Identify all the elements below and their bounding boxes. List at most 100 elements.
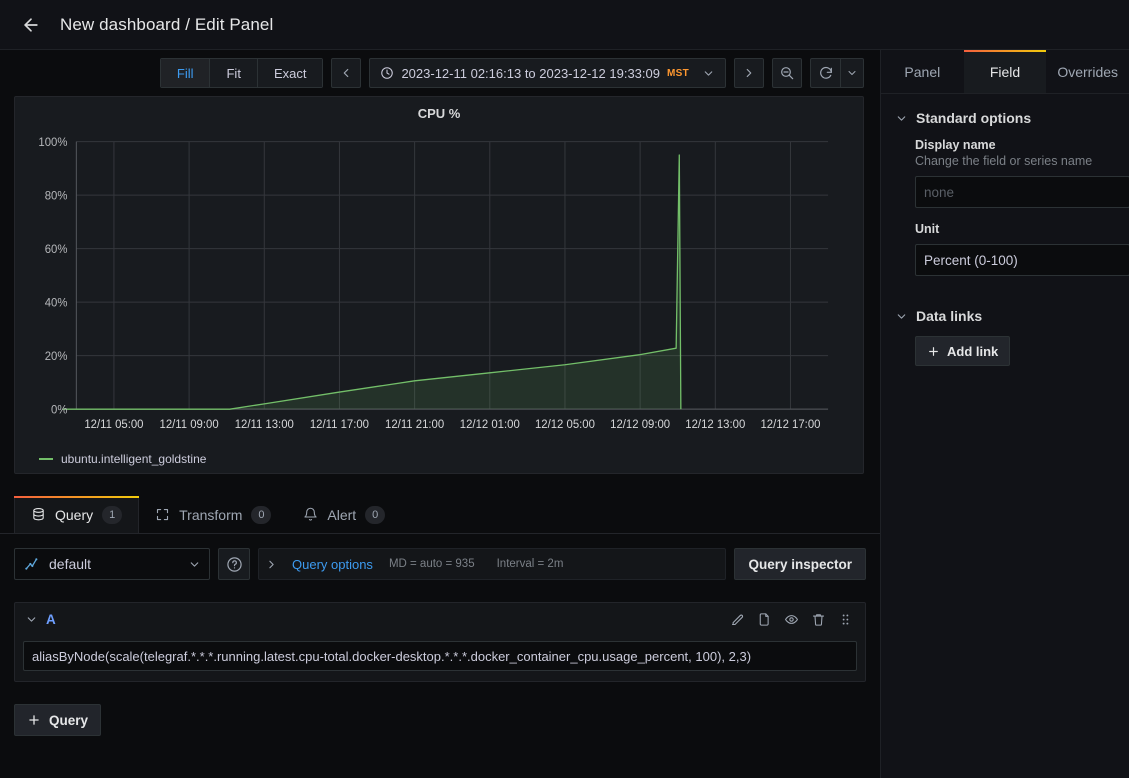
panel-legend: ubuntu.intelligent_goldstine xyxy=(15,445,863,473)
refresh-interval-dropdown[interactable] xyxy=(840,58,864,88)
previous-time-range-button[interactable] xyxy=(331,58,362,88)
query-collapse-toggle[interactable] xyxy=(25,613,38,626)
add-query-button[interactable]: Query xyxy=(14,704,102,736)
display-name-description: Change the field or series name xyxy=(915,154,1093,168)
datasource-picker[interactable]: default xyxy=(14,548,210,580)
question-circle-icon xyxy=(226,556,242,572)
arrow-left-icon xyxy=(24,17,38,32)
timeseries-chart xyxy=(23,129,833,445)
time-range-text: 2023-12-11 02:16:13 to 2023-12-12 19:33:… xyxy=(401,65,660,81)
plus-icon xyxy=(29,715,39,725)
tab-overrides[interactable]: Overrides xyxy=(1046,50,1129,93)
tab-alert[interactable]: Alert 0 xyxy=(287,496,401,533)
chevron-right-icon xyxy=(746,68,752,78)
timezone-label: MST xyxy=(666,67,689,79)
tab-transform[interactable]: Transform 0 xyxy=(139,496,287,533)
pencil-icon xyxy=(731,614,744,625)
panel-sizing-radio-group: Fill Fit Exact xyxy=(159,58,324,88)
legend-item-label[interactable]: ubuntu.intelligent_goldstine xyxy=(61,452,206,466)
refresh-icon xyxy=(819,66,832,79)
query-drag-handle[interactable] xyxy=(838,612,853,627)
panel-container: CPU % 0% 20% 40% 60% 80% 100% 12/11 05:00 12/1… xyxy=(0,96,880,474)
unit-select-value: Percent (0-100) xyxy=(924,252,1018,268)
datasource-help-button[interactable] xyxy=(218,548,250,580)
chevron-left-icon xyxy=(344,68,349,78)
query-options-caret[interactable] xyxy=(261,558,282,571)
query-inspector-button[interactable]: Query inspector xyxy=(734,548,866,580)
query-expression-wrapper xyxy=(15,635,865,681)
tab-query[interactable]: Query 1 xyxy=(14,496,140,533)
back-button[interactable] xyxy=(16,10,46,40)
tab-query-label: Query xyxy=(55,506,94,523)
visualization-panel: CPU % 0% 20% 40% 60% 80% 100% 12/11 05:00 12/1… xyxy=(14,96,864,474)
chart-gridlines xyxy=(76,142,828,410)
chart-area[interactable]: 0% 20% 40% 60% 80% 100% 12/11 05:00 12/11 09:0… xyxy=(15,129,863,445)
section-title: Data links xyxy=(916,308,983,324)
query-visibility-toggle[interactable] xyxy=(784,612,799,627)
chevron-down-icon xyxy=(27,616,36,622)
interval-text: Interval = 2m xyxy=(496,558,564,570)
sizing-option-fill[interactable]: Fill xyxy=(160,59,211,87)
tab-alert-count: 0 xyxy=(365,505,386,524)
query-options-bar[interactable]: Query options MD = auto = 935 Interval =… xyxy=(258,548,727,580)
add-query-label: Query xyxy=(49,712,89,728)
field-display-name: Display name Change the field or series … xyxy=(881,134,1129,218)
top-bar: New dashboard / Edit Panel xyxy=(0,0,1129,50)
section-title: Standard options xyxy=(916,110,1032,126)
panel-editor-column: Fill Fit Exact 2023-12-11 02:16:13 to 20… xyxy=(0,50,880,778)
refresh-button[interactable] xyxy=(810,58,840,88)
chevron-right-icon xyxy=(269,560,274,568)
tab-field[interactable]: Field xyxy=(963,50,1047,93)
grafana-edit-panel-app: New dashboard / Edit Panel Fill Fit Exac… xyxy=(0,0,1129,778)
panel-title: CPU % xyxy=(417,105,461,121)
unit-select[interactable]: Percent (0-100) xyxy=(915,244,1129,276)
query-expression-input[interactable] xyxy=(23,641,857,671)
tab-panel[interactable]: Panel xyxy=(881,50,964,93)
section-collapse-caret xyxy=(895,112,908,125)
query-editor-body: default Query options MD = auto = 935 In… xyxy=(0,534,880,778)
options-content: Standard options Display name Change the… xyxy=(881,94,1129,778)
section-collapse-caret xyxy=(895,310,908,323)
next-time-range-button[interactable] xyxy=(734,58,764,88)
panel-toolbar: Fill Fit Exact 2023-12-11 02:16:13 to 20… xyxy=(0,50,880,96)
trash-icon xyxy=(812,613,825,626)
query-action-buttons xyxy=(730,612,857,627)
transform-icon xyxy=(157,508,169,521)
query-remove-button[interactable] xyxy=(811,612,826,627)
sizing-option-exact[interactable]: Exact xyxy=(257,59,323,87)
query-edit-button[interactable] xyxy=(730,612,745,627)
add-link-button[interactable]: Add link xyxy=(915,336,1011,366)
drag-handle-icon xyxy=(842,614,849,624)
query-ref-id[interactable]: A xyxy=(46,612,56,627)
query-row-header: A xyxy=(15,603,865,635)
section-standard-options[interactable]: Standard options xyxy=(881,102,1129,134)
display-name-input[interactable] xyxy=(915,176,1129,208)
legend-color-swatch xyxy=(39,458,53,460)
chevron-down-icon xyxy=(704,70,713,76)
query-options-label[interactable]: Query options xyxy=(292,557,373,572)
bell-icon xyxy=(304,507,318,521)
database-icon xyxy=(33,508,44,521)
display-name-label: Display name xyxy=(915,138,996,152)
chevron-down-icon xyxy=(848,71,856,75)
zoom-out-button[interactable] xyxy=(772,58,802,88)
clock-icon xyxy=(381,67,394,79)
chart-series-group xyxy=(63,155,681,409)
sizing-option-fit[interactable]: Fit xyxy=(210,59,258,87)
field-unit: Unit Percent (0-100) xyxy=(881,218,1129,286)
chevron-down-icon xyxy=(897,115,906,121)
tab-query-count: 1 xyxy=(102,505,123,524)
chevron-down-icon xyxy=(190,561,199,567)
query-row-a: A xyxy=(14,602,866,682)
tab-transform-label: Transform xyxy=(179,506,243,523)
section-data-links[interactable]: Data links xyxy=(881,300,1129,332)
datasource-name: default xyxy=(49,556,92,572)
options-tab-bar: Panel Field Overrides xyxy=(881,50,1129,94)
graphite-icon xyxy=(25,558,38,570)
copy-icon xyxy=(759,612,769,626)
zoom-out-icon xyxy=(781,67,794,80)
time-range-picker[interactable]: 2023-12-11 02:16:13 to 2023-12-12 19:33:… xyxy=(369,58,726,88)
max-data-points-text: MD = auto = 935 xyxy=(388,558,475,570)
refresh-button-group xyxy=(810,58,864,88)
query-duplicate-button[interactable] xyxy=(757,612,772,627)
